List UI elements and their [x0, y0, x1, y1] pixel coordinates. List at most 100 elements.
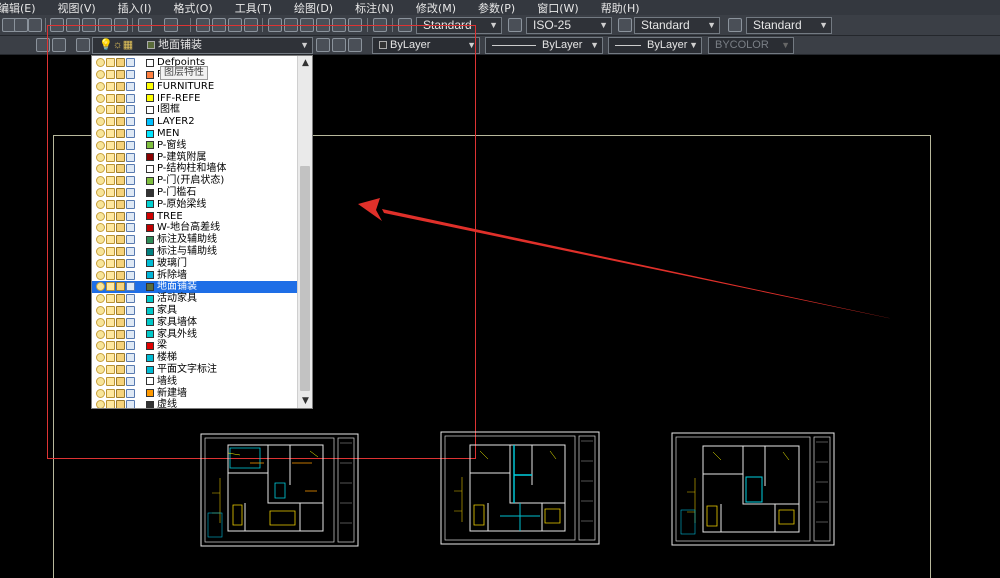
floor-plan-sheet-3[interactable]	[671, 432, 835, 546]
sun-icon[interactable]	[106, 164, 115, 174]
freeze-vp-icon[interactable]	[116, 282, 125, 292]
lock-icon[interactable]	[126, 270, 135, 280]
lock-icon[interactable]	[126, 235, 135, 245]
lock-icon[interactable]	[126, 282, 135, 292]
layer-dropdown-list[interactable]: DefpointsFANTFUFURNITUREIFF-REFEI图框LAYER…	[91, 55, 313, 409]
freeze-vp-icon[interactable]	[116, 199, 125, 209]
freeze-vp-icon[interactable]	[116, 329, 125, 339]
layer-list-item[interactable]: 玻璃门	[92, 258, 298, 270]
layer-list-item[interactable]: LAYER2	[92, 116, 298, 128]
lightbulb-icon[interactable]	[96, 188, 105, 198]
freeze-vp-icon[interactable]	[116, 306, 125, 316]
lock-icon[interactable]	[126, 353, 135, 363]
sun-icon[interactable]	[106, 176, 115, 186]
freeze-vp-icon[interactable]	[116, 176, 125, 186]
layer-list-item[interactable]: 标注及辅助线	[92, 234, 298, 246]
menu-item[interactable]: 帮助(H)	[601, 0, 640, 16]
freeze-vp-icon[interactable]	[116, 317, 125, 327]
lock-icon[interactable]	[126, 376, 135, 386]
sun-icon[interactable]	[106, 105, 115, 115]
lock-icon[interactable]	[126, 294, 135, 304]
layer-list-item[interactable]: TREE	[92, 210, 298, 222]
layer-state-icons[interactable]	[92, 247, 146, 257]
lightbulb-icon[interactable]	[96, 306, 105, 316]
layer-state-icons[interactable]	[92, 152, 146, 162]
menu-item[interactable]: 格式(O)	[173, 0, 212, 16]
linetype-select[interactable]: ByLayer ▼	[485, 37, 603, 54]
lock-icon[interactable]	[126, 105, 135, 115]
lightbulb-icon[interactable]	[96, 152, 105, 162]
lightbulb-icon[interactable]	[96, 317, 105, 327]
sun-icon[interactable]	[106, 199, 115, 209]
sun-icon[interactable]	[106, 152, 115, 162]
lock-icon[interactable]	[126, 152, 135, 162]
layer-list-scrollbar[interactable]: ▲ ▼	[297, 56, 312, 408]
layer-state-icons[interactable]	[92, 93, 146, 103]
lightbulb-icon[interactable]	[96, 400, 105, 408]
layer-state-icons[interactable]	[92, 140, 146, 150]
layer-list-item[interactable]: P-原始梁线	[92, 199, 298, 211]
freeze-vp-icon[interactable]	[116, 388, 125, 398]
layer-state-icons[interactable]	[92, 282, 146, 292]
sun-icon[interactable]	[106, 306, 115, 316]
layer-state-icons[interactable]	[92, 329, 146, 339]
lightbulb-icon[interactable]	[96, 70, 105, 80]
lightbulb-icon[interactable]	[96, 140, 105, 150]
lock-icon[interactable]	[126, 317, 135, 327]
layer-list-item[interactable]: 家具	[92, 305, 298, 317]
lightbulb-icon[interactable]	[96, 294, 105, 304]
freeze-vp-icon[interactable]	[116, 105, 125, 115]
freeze-vp-icon[interactable]	[116, 341, 125, 351]
layer-state-icons[interactable]	[92, 117, 146, 127]
menu-item[interactable]: 编辑(E)	[0, 0, 36, 16]
layer-list-item[interactable]: P-门(开启状态)	[92, 175, 298, 187]
layer-list-item[interactable]: MEN	[92, 128, 298, 140]
lock-icon[interactable]	[126, 223, 135, 233]
freeze-vp-icon[interactable]	[116, 70, 125, 80]
lightbulb-icon[interactable]	[96, 353, 105, 363]
freeze-vp-icon[interactable]	[116, 247, 125, 257]
lock-icon[interactable]	[126, 388, 135, 398]
properties-icon[interactable]	[28, 18, 42, 32]
menu-item[interactable]: 插入(I)	[118, 0, 152, 16]
layer-state-icons[interactable]	[92, 105, 146, 115]
layer-list-item[interactable]: 墙线	[92, 376, 298, 388]
freeze-vp-icon[interactable]	[116, 235, 125, 245]
freeze-vp-icon[interactable]	[116, 365, 125, 375]
freeze-vp-icon[interactable]	[116, 376, 125, 386]
lightbulb-icon[interactable]	[96, 388, 105, 398]
layer-list-item[interactable]: 标注与辅助线	[92, 246, 298, 258]
dim-style-select[interactable]: ISO-25 ▼	[526, 17, 612, 34]
freeze-vp-icon[interactable]	[116, 223, 125, 233]
lock-icon[interactable]	[126, 329, 135, 339]
layer-state-icons[interactable]	[92, 164, 146, 174]
freeze-vp-icon[interactable]	[116, 188, 125, 198]
layer-state-icons[interactable]	[92, 317, 146, 327]
lock-icon[interactable]	[126, 140, 135, 150]
sun-icon[interactable]	[106, 93, 115, 103]
lightbulb-icon[interactable]	[96, 365, 105, 375]
freeze-vp-icon[interactable]	[116, 129, 125, 139]
multileader-style-select[interactable]: Standard ▼	[746, 17, 832, 34]
lightbulb-icon[interactable]	[96, 258, 105, 268]
menu-item[interactable]: 绘图(D)	[294, 0, 333, 16]
lock-icon[interactable]	[126, 176, 135, 186]
layer-state-icons[interactable]	[92, 365, 146, 375]
lock-icon[interactable]	[126, 58, 135, 68]
sun-icon[interactable]	[106, 211, 115, 221]
sun-icon[interactable]	[106, 247, 115, 257]
layer-list-item[interactable]: P-结构柱和墙体	[92, 163, 298, 175]
layer-state-icons[interactable]	[92, 70, 146, 80]
sun-icon[interactable]	[106, 282, 115, 292]
lightbulb-icon[interactable]	[96, 164, 105, 174]
layer-state-icons[interactable]	[92, 199, 146, 209]
lightbulb-icon[interactable]	[96, 105, 105, 115]
lock-icon[interactable]	[126, 341, 135, 351]
layer-list-item[interactable]: 家具外线	[92, 328, 298, 340]
layer-state-icons[interactable]	[92, 306, 146, 316]
sun-icon[interactable]	[106, 140, 115, 150]
layer-list-item[interactable]: W-地台高差线	[92, 222, 298, 234]
layer-list-item[interactable]: 家具墙体	[92, 317, 298, 329]
lightbulb-icon[interactable]	[96, 329, 105, 339]
freeze-vp-icon[interactable]	[116, 294, 125, 304]
